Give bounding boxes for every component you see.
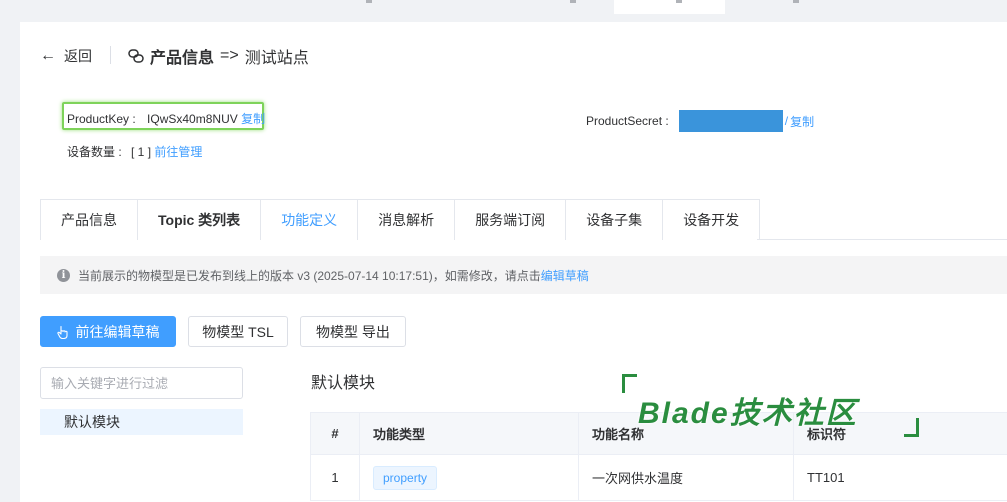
export-button[interactable]: 物模型 导出 <box>300 316 406 347</box>
table-row[interactable]: 1 property 一次网供水温度 TT101 <box>310 455 1007 501</box>
tree-item-default-module[interactable]: 默认模块 <box>40 409 243 435</box>
device-count-value: [ 1 ] <box>131 145 152 159</box>
top-tab-active[interactable] <box>614 0 725 14</box>
filter-input[interactable] <box>40 367 243 399</box>
tab-function-definition[interactable]: 功能定义 <box>261 200 359 240</box>
watermark-bracket-right <box>904 418 919 437</box>
tab-message-parsing[interactable]: 消息解析 <box>358 200 456 240</box>
arrow-left-icon: ← <box>40 47 56 64</box>
row-identifier: TT101 <box>793 455 1007 500</box>
header-index: # <box>310 413 359 454</box>
alert-text: 当前展示的物模型是已发布到线上的版本 v3 (2025-07-14 10:17:… <box>78 268 541 283</box>
version-alert: i 当前展示的物模型是已发布到线上的版本 v3 (2025-07-14 10:1… <box>40 256 1007 294</box>
secret-separator: / <box>784 114 789 128</box>
title-site: 测试站点 <box>244 50 309 67</box>
product-secret-mask <box>678 110 783 132</box>
top-tab-marker <box>676 0 682 3</box>
tab-topic-list[interactable]: Topic 类列表 <box>138 200 262 240</box>
tab-device-subset[interactable]: 设备子集 <box>566 200 664 240</box>
tab-product-info[interactable]: 产品信息 <box>41 200 138 240</box>
hand-pointer-icon <box>56 325 68 339</box>
edit-draft-label: 前往编辑草稿 <box>75 323 160 340</box>
device-manage-link[interactable]: 前往管理 <box>154 145 202 159</box>
page-title: 产品信息 => 测试站点 <box>128 44 309 68</box>
product-secret-row: ProductSecret : / 复制 <box>586 110 814 132</box>
product-key-value: IQwSx40m8NUV <box>147 112 238 126</box>
tsl-button[interactable]: 物模型 TSL <box>188 316 288 347</box>
row-name: 一次网供水温度 <box>578 455 793 500</box>
row-type-cell: property <box>359 455 578 500</box>
edit-draft-link[interactable]: 编辑草稿 <box>541 267 589 284</box>
tabs-baseline <box>757 239 1007 240</box>
title-arrow: => <box>220 47 239 64</box>
header-function-type: 功能类型 <box>359 413 578 454</box>
edit-draft-button[interactable]: 前往编辑草稿 <box>40 316 176 347</box>
top-tab-marker <box>570 0 576 3</box>
product-key-row: ProductKey : IQwSx40m8NUV 复制 <box>67 110 265 127</box>
row-index: 1 <box>310 455 359 500</box>
module-title: 默认模块 <box>311 375 376 392</box>
product-key-label: ProductKey : <box>67 112 136 126</box>
copy-secret-link[interactable]: 复制 <box>790 113 814 130</box>
watermark: Blade技术社区 <box>638 397 858 430</box>
device-count-row: 设备数量 : [ 1 ] 前往管理 <box>67 143 202 160</box>
top-tab-strip <box>0 0 1007 14</box>
copy-key-link[interactable]: 复制 <box>241 112 265 126</box>
watermark-bracket-left <box>622 374 637 393</box>
property-tag: property <box>373 465 438 490</box>
tab-device-development[interactable]: 设备开发 <box>663 200 760 240</box>
top-tab-marker <box>366 0 372 3</box>
link-icon <box>128 49 144 63</box>
info-icon: i <box>57 268 70 282</box>
tab-bar: 产品信息 Topic 类列表 功能定义 消息解析 服务端订阅 设备子集 设备开发 <box>40 199 761 240</box>
product-secret-label: ProductSecret : <box>586 114 669 128</box>
back-button[interactable]: ← 返回 <box>40 46 92 66</box>
top-tab-marker <box>793 0 799 3</box>
device-count-label: 设备数量 : <box>67 145 122 159</box>
title-product-info: 产品信息 <box>150 50 215 67</box>
header-divider <box>110 46 111 64</box>
back-label: 返回 <box>64 48 92 64</box>
tab-server-subscription[interactable]: 服务端订阅 <box>455 200 567 240</box>
